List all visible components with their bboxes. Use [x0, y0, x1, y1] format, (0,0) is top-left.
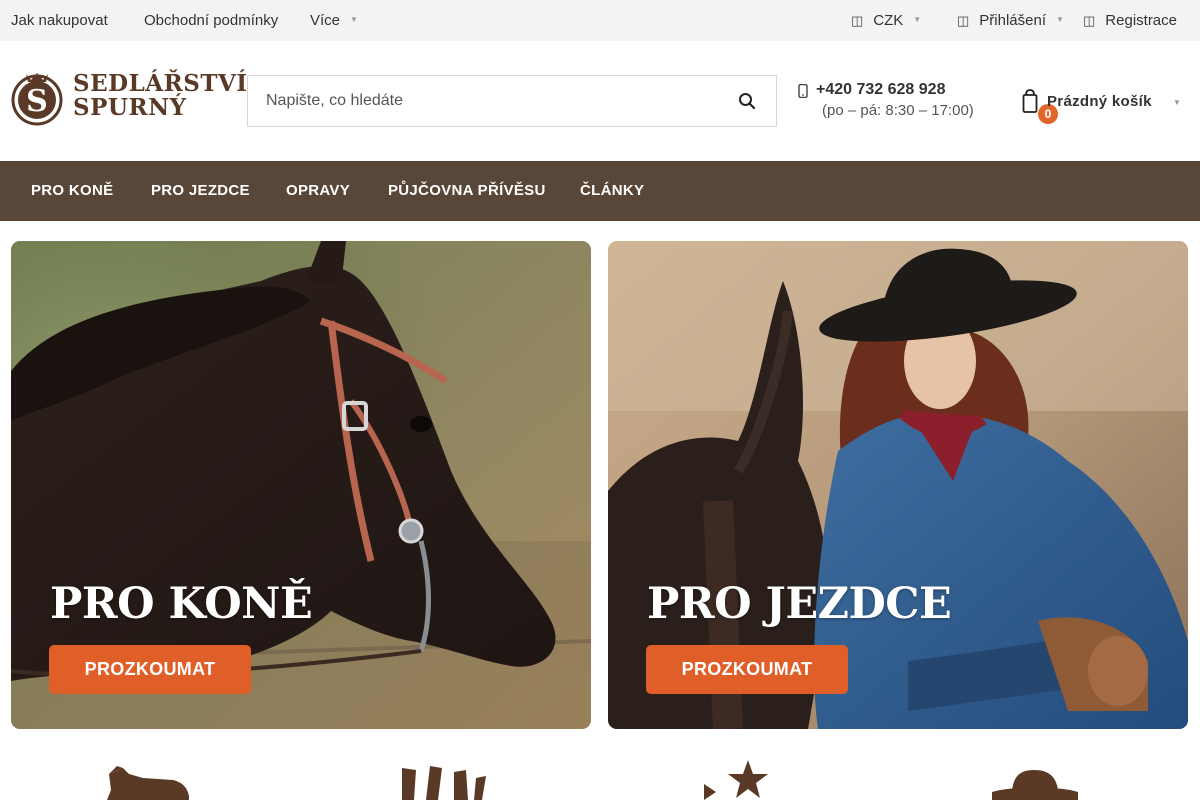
sheriff-star-icon[interactable]: [700, 756, 780, 800]
currency-icon: ◫: [851, 13, 864, 28]
user-icon: ◫: [957, 13, 970, 28]
more-label: Více: [310, 12, 341, 29]
boots-icon[interactable]: [396, 756, 488, 800]
banner-pro-jezdce[interactable]: PRO JEZDCE PROZKOUMAT: [608, 241, 1188, 729]
chevron-down-icon: ▼: [350, 14, 358, 24]
banner-title: PRO KONĚ: [50, 579, 313, 629]
cart-icon: [1022, 89, 1038, 113]
register-icon: ◫: [1083, 13, 1096, 28]
logo-line-1: SEDLÁŘSTVÍ: [73, 70, 248, 97]
terms-link[interactable]: Obchodní podmínky: [144, 0, 278, 41]
logo-line-2: SPURNÝ: [73, 94, 187, 121]
banner-pro-kone[interactable]: PRO KONĚ PROZKOUMAT: [11, 241, 591, 729]
nav-item-clanky[interactable]: ČLÁNKY: [580, 161, 644, 221]
explore-button[interactable]: PROZKOUMAT: [49, 645, 251, 694]
cart-button[interactable]: 0 Prázdný košík ▼: [1022, 86, 1192, 126]
logo-emblem-icon: S: [11, 73, 63, 126]
nav-item-pujcovna-privesu[interactable]: PŮJČOVNA PŘÍVĚSU: [388, 161, 546, 221]
cart-label: Prázdný košík: [1047, 93, 1152, 110]
horse-icon[interactable]: [103, 756, 193, 800]
top-bar: Jak nakupovat Obchodní podmínky Více ▼ ◫ C…: [0, 0, 1200, 41]
how-to-shop-link[interactable]: Jak nakupovat: [11, 0, 108, 41]
logo-wordmark: SEDLÁŘSTVÍ SPURNÝ: [73, 72, 248, 120]
more-dropdown[interactable]: Více ▼: [310, 0, 358, 41]
chevron-down-icon: ▼: [913, 14, 922, 24]
chevron-down-icon: ▼: [1173, 98, 1181, 107]
phone-number[interactable]: +420 732 628 928: [816, 81, 945, 99]
nav-item-pro-kone[interactable]: PRO KONĚ: [31, 161, 113, 221]
search-input[interactable]: [248, 76, 718, 126]
nav-item-opravy[interactable]: OPRAVY: [286, 161, 350, 221]
currency-dropdown[interactable]: ◫ CZK ▼: [851, 0, 921, 41]
site-logo[interactable]: S SEDLÁŘSTVÍ SPURNÝ: [11, 70, 247, 126]
banner-title: PRO JEZDCE: [647, 579, 952, 629]
chevron-down-icon: ▼: [1056, 14, 1064, 24]
opening-hours: (po – pá: 8:30 – 17:00): [822, 102, 974, 119]
login-label: Přihlášení: [979, 12, 1046, 29]
explore-button[interactable]: PROZKOUMAT: [646, 645, 848, 694]
search-box: [247, 75, 777, 127]
currency-label: CZK: [873, 12, 904, 29]
nav-item-pro-jezdce[interactable]: PRO JEZDCE: [151, 161, 250, 221]
search-button[interactable]: [718, 76, 776, 126]
register-label: Registrace: [1105, 12, 1177, 29]
search-icon: [739, 93, 756, 110]
login-dropdown[interactable]: ◫ Přihlášení ▼: [957, 0, 1064, 41]
phone-icon: [798, 84, 808, 98]
main-navigation: PRO KONĚ PRO JEZDCE OPRAVY PŮJČOVNA PŘÍV…: [0, 161, 1200, 221]
svg-text:S: S: [26, 84, 48, 119]
register-link[interactable]: ◫ Registrace: [1083, 0, 1177, 41]
cowboy-hat-icon[interactable]: [990, 756, 1080, 800]
